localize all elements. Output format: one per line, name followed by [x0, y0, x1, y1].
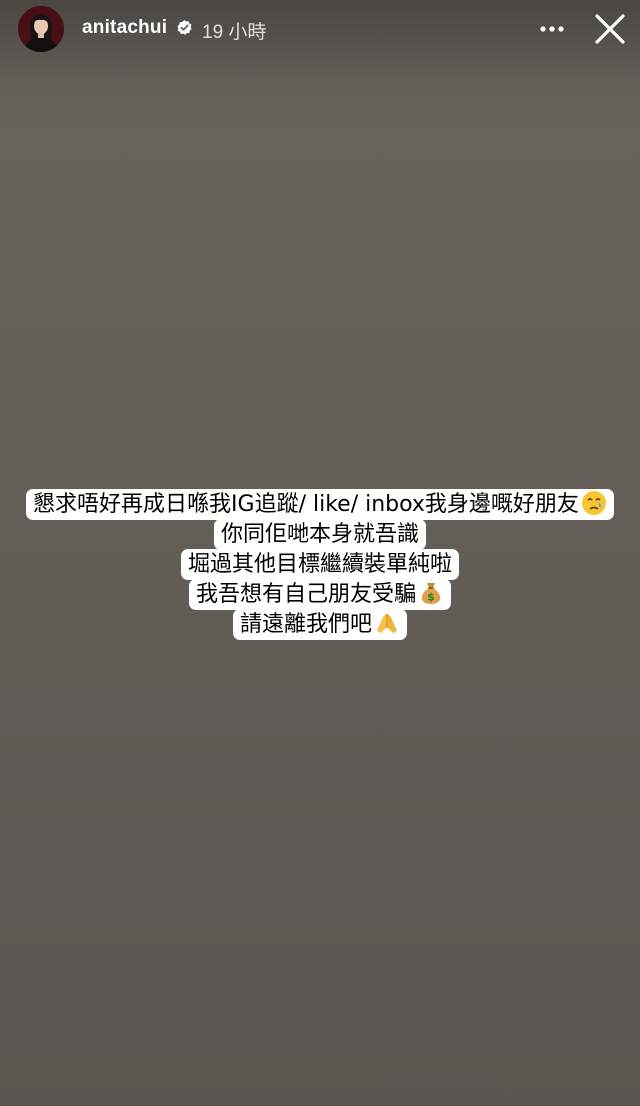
username[interactable]: anitachui: [82, 17, 167, 39]
caption-text-1: 懇求唔好再成日喺我IG追蹤/ like/ inbox我身邊嘅好朋友: [33, 492, 579, 517]
money-bag-emoji: $: [418, 580, 444, 615]
caption-line-1: 懇求唔好再成日喺我IG追蹤/ like/ inbox我身邊嘅好朋友: [26, 489, 614, 520]
caption-text-5: 請遠離我們吧: [239, 612, 372, 637]
caption-text-3: 堀過其他目標繼續裝單純啦: [187, 552, 452, 577]
avatar[interactable]: [18, 6, 64, 52]
story-header: anitachui 19 小時: [0, 0, 640, 60]
post-time: 19 小時: [202, 22, 267, 43]
caption-line-3: 堀過其他目標繼續裝單純啦: [180, 549, 459, 580]
more-horizontal-icon: [540, 26, 564, 32]
caption-text-4: 我吾想有自己朋友受騙: [195, 582, 416, 607]
svg-text:$: $: [427, 591, 435, 604]
caption-line-2: 你同佢哋本身就吾識: [213, 519, 426, 550]
close-button[interactable]: [590, 9, 630, 49]
crying-face-emoji: [581, 490, 607, 525]
caption-text-2: 你同佢哋本身就吾識: [220, 522, 419, 547]
story-viewer[interactable]: anitachui 19 小時 懇求唔好再成日喺我IG追蹤/ like/ inb…: [0, 0, 640, 1106]
close-icon: [595, 14, 625, 44]
avatar-image: [18, 6, 64, 52]
caption-line-4: 我吾想有自己朋友受騙 $: [188, 579, 451, 610]
more-options-button[interactable]: [534, 12, 570, 46]
story-caption: 懇求唔好再成日喺我IG追蹤/ like/ inbox我身邊嘅好朋友 你同佢哋本身…: [0, 489, 640, 640]
folded-hands-emoji: [374, 610, 400, 645]
verified-badge-icon: [176, 19, 193, 36]
caption-line-5: 請遠離我們吧: [232, 609, 407, 640]
